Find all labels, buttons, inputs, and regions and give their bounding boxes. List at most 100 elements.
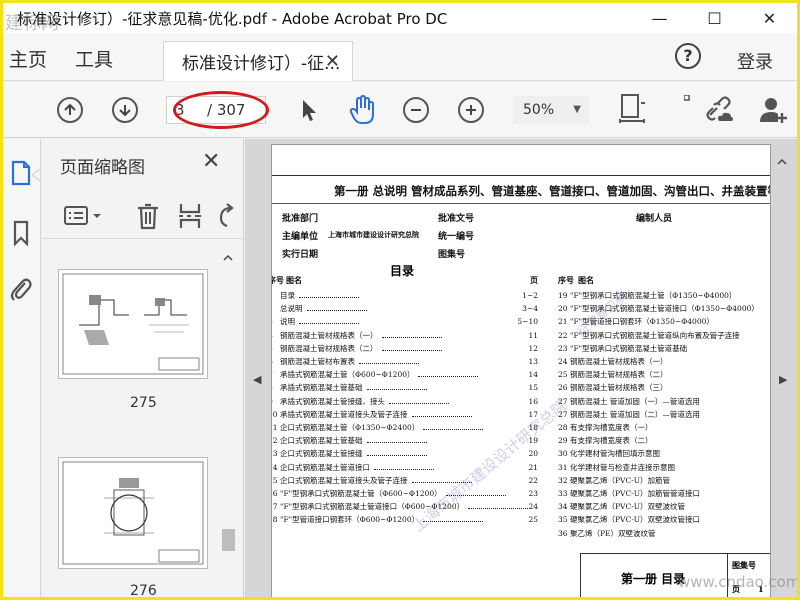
- attachments-rail-button[interactable]: [7, 275, 35, 303]
- document-view[interactable]: ◀ 第一册 总说明 管材成品系列、管道基座、管道接口、管道加固、沟管出口、井盖装…: [245, 139, 797, 597]
- toc-row-leader: [423, 422, 484, 430]
- toc-row-number: 2: [272, 303, 280, 315]
- toc-row: 8承插式钢筋混凝土管基础 15: [272, 382, 538, 394]
- add-person-icon: [760, 98, 787, 123]
- minimize-button[interactable]: —: [632, 3, 687, 33]
- toc-row-page: 23: [528, 489, 538, 498]
- page-thumbnail[interactable]: [58, 269, 208, 379]
- login-button[interactable]: 登录: [737, 48, 773, 74]
- toc-col-no-left: 序号: [272, 275, 284, 285]
- toc-row-title: "F"型管道接口钢套环（Φ600~Φ1200）: [280, 515, 420, 525]
- help-button[interactable]: ?: [675, 43, 701, 69]
- toc-row-leader: [381, 330, 442, 338]
- tab-tools[interactable]: 工具: [75, 45, 113, 72]
- previous-page-arrow-icon[interactable]: ◀: [253, 373, 261, 386]
- toc-row-number: 12: [272, 436, 278, 446]
- toc-row-number: 17: [272, 502, 278, 512]
- toc-row: 23 "F"型钢承口式钢筋混凝土管道基础: [558, 343, 770, 355]
- toc-row-title: 有支撑沟槽宽度表（一）: [570, 423, 653, 432]
- close-tab-icon[interactable]: ✕: [325, 51, 340, 72]
- next-page-button[interactable]: [112, 97, 138, 123]
- toc-row: 7承插式钢筋混凝土管（Φ600~Φ1200） 14: [272, 369, 538, 381]
- hand-tool-button[interactable]: [347, 94, 377, 126]
- document-heading: 第一册 总说明 管材成品系列、管道基座、管道接口、管道加固、沟管出口、井盖装置等: [334, 184, 771, 198]
- toc-row-title: "F"型钢承口式钢筋混凝土管道纵向布置及管子连接: [570, 330, 740, 340]
- toc-row-number: 13: [272, 449, 278, 459]
- toc-row-page: 15: [528, 383, 538, 393]
- toc-row-page: 20: [528, 449, 538, 459]
- page-fit-button[interactable]: [617, 92, 647, 128]
- meta-approve-no: 批准文号: [438, 214, 475, 224]
- toc-row-title: 钢筋混凝土管材布置表: [280, 357, 355, 366]
- toc-row-title: 目录: [280, 291, 295, 300]
- toc-row-title: 聚乙烯（PE）双壁波纹管: [570, 528, 656, 538]
- tab-bar: 主页 工具 标准设计修订）-征... ✕ ? 登录: [3, 33, 797, 81]
- toc-row-number: 3: [272, 316, 280, 328]
- toc-row: 31 化学建材管与检查井连接示意图: [558, 462, 770, 474]
- toc-row-page: 22: [528, 475, 538, 485]
- toc-row-title: 钢筋混凝土管材规格表（二）: [570, 370, 668, 380]
- toc-row-title: 企口式钢筋混凝土管接缝: [280, 449, 363, 459]
- toc-row-number: 10: [272, 409, 278, 419]
- zoom-level-select[interactable]: 50% ▼: [513, 96, 589, 124]
- toc-row-number: 16: [272, 489, 278, 498]
- rotate-page-button[interactable]: [214, 201, 236, 231]
- share-link-button[interactable]: [703, 94, 735, 126]
- toc-row: 33 硬聚氯乙烯（PVC-U）加筋管管道接口: [558, 488, 770, 500]
- tab-document-label: 标准设计修订）-征...: [182, 54, 341, 74]
- toc-row-title: 硬聚氯乙烯（PVC-U）加筋管管道接口: [570, 489, 701, 498]
- toc-col-name-left: 图名: [286, 275, 302, 285]
- close-window-button[interactable]: ✕: [742, 3, 797, 33]
- toc-row: 4钢筋混凝土管材规格表（一） 11: [272, 330, 538, 342]
- thumbnail-drawing-icon: [62, 273, 204, 375]
- toc-row-number: 24: [558, 357, 568, 366]
- next-page-arrow-icon[interactable]: ▶: [779, 373, 787, 386]
- toc-row-page: 25: [528, 515, 538, 525]
- toc-row-title: 企口式钢筋混凝土管（Φ1350~Φ2400）: [280, 423, 420, 432]
- toc-row-title: 承插式钢筋混凝土管基础: [280, 383, 363, 393]
- thumbnail-options-button[interactable]: [62, 203, 104, 229]
- scrollbar-thumb[interactable]: [222, 529, 235, 551]
- select-tool-button[interactable]: [297, 96, 321, 124]
- toc-row: 2总说明 3~4: [272, 303, 538, 315]
- toc-row: 27 钢筋混凝土 管道加固（一）—管道选用: [558, 396, 770, 408]
- toc-row-number: 14: [272, 462, 278, 472]
- pages-icon: [11, 160, 31, 186]
- previous-page-button[interactable]: [57, 97, 83, 123]
- toc-row-page: 24: [528, 502, 538, 512]
- document-scrollbar[interactable]: ▶: [767, 139, 797, 597]
- zoom-out-button[interactable]: [403, 97, 429, 123]
- toc-row-title: 硬聚氯乙烯（PVC-U）双壁波纹管接口: [570, 515, 701, 525]
- toc-row-title: 化学建材管沟槽回填示意图: [570, 449, 660, 459]
- toc-row-leader: [411, 409, 472, 417]
- cursor-arrow-icon: [303, 100, 316, 121]
- toc-row-page: 14: [528, 370, 538, 380]
- toc-row-number: 36: [558, 528, 568, 538]
- toc-row-number: 28: [558, 423, 568, 432]
- toc-row-page: 13: [528, 357, 538, 366]
- extract-pages-button[interactable]: [176, 201, 204, 231]
- site-watermark-top: 建标网: [5, 13, 59, 34]
- toc-row-leader: [299, 316, 359, 325]
- zoom-in-button[interactable]: [458, 97, 484, 123]
- thumbnail-scrollbar[interactable]: [219, 247, 237, 597]
- toc-row: 36 聚乙烯（PE）双壁波纹管: [558, 528, 770, 540]
- red-annotation-ellipse: [173, 91, 269, 129]
- tab-home[interactable]: 主页: [9, 45, 47, 72]
- toc-row-number: 22: [558, 330, 568, 340]
- toc-row-title: 钢筋混凝土管材规格表（三）: [570, 383, 668, 393]
- paperclip-icon: [10, 278, 32, 301]
- tab-document[interactable]: 标准设计修订）-征... ✕: [163, 41, 353, 81]
- toc-row: 25 钢筋混凝土管材规格表（二）: [558, 369, 770, 381]
- maximize-button[interactable]: ☐: [687, 3, 742, 33]
- add-user-button[interactable]: [757, 94, 789, 126]
- bookmarks-rail-button[interactable]: [7, 219, 35, 247]
- toc-row-title: "F"型钢承口式钢筋混凝土管道基础: [570, 343, 688, 353]
- left-icon-rail: [3, 139, 41, 597]
- toc-row-number: 19: [558, 291, 568, 300]
- delete-pages-button[interactable]: [134, 201, 162, 231]
- page-thumbnail[interactable]: [58, 457, 208, 569]
- close-panel-icon[interactable]: ✕: [202, 149, 220, 174]
- title-block-atlas-label: 图集号: [732, 560, 756, 570]
- toc-row: 28 有支撑沟槽宽度表（一）: [558, 422, 770, 434]
